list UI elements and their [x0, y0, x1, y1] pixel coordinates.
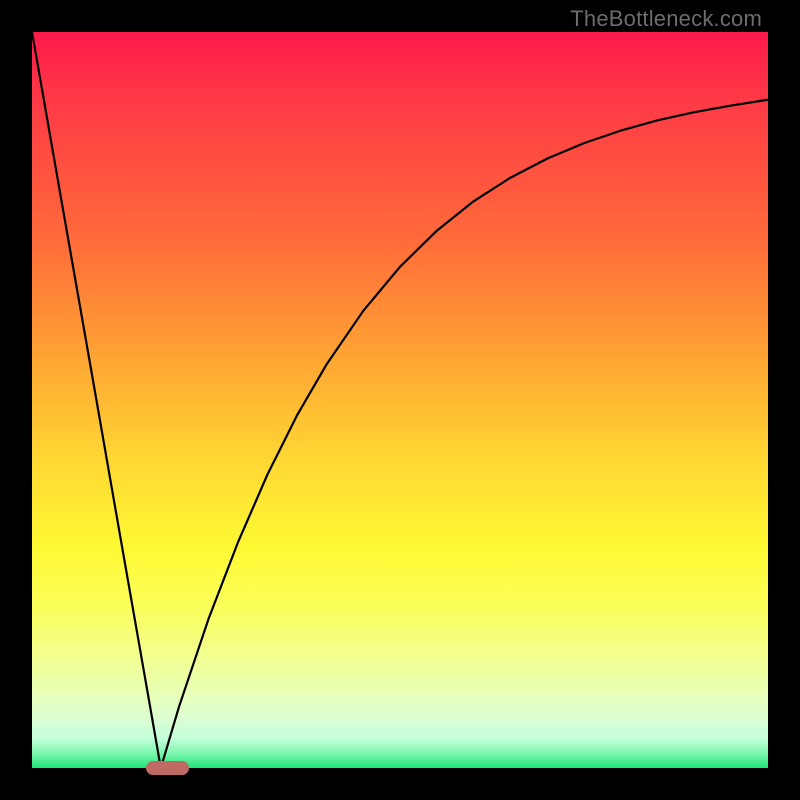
- minimum-marker: [146, 761, 189, 775]
- curve-layer: [32, 32, 768, 768]
- plot-area: [32, 32, 768, 768]
- watermark-text: TheBottleneck.com: [570, 6, 762, 32]
- chart-frame: TheBottleneck.com: [0, 0, 800, 800]
- v-curve: [32, 32, 768, 768]
